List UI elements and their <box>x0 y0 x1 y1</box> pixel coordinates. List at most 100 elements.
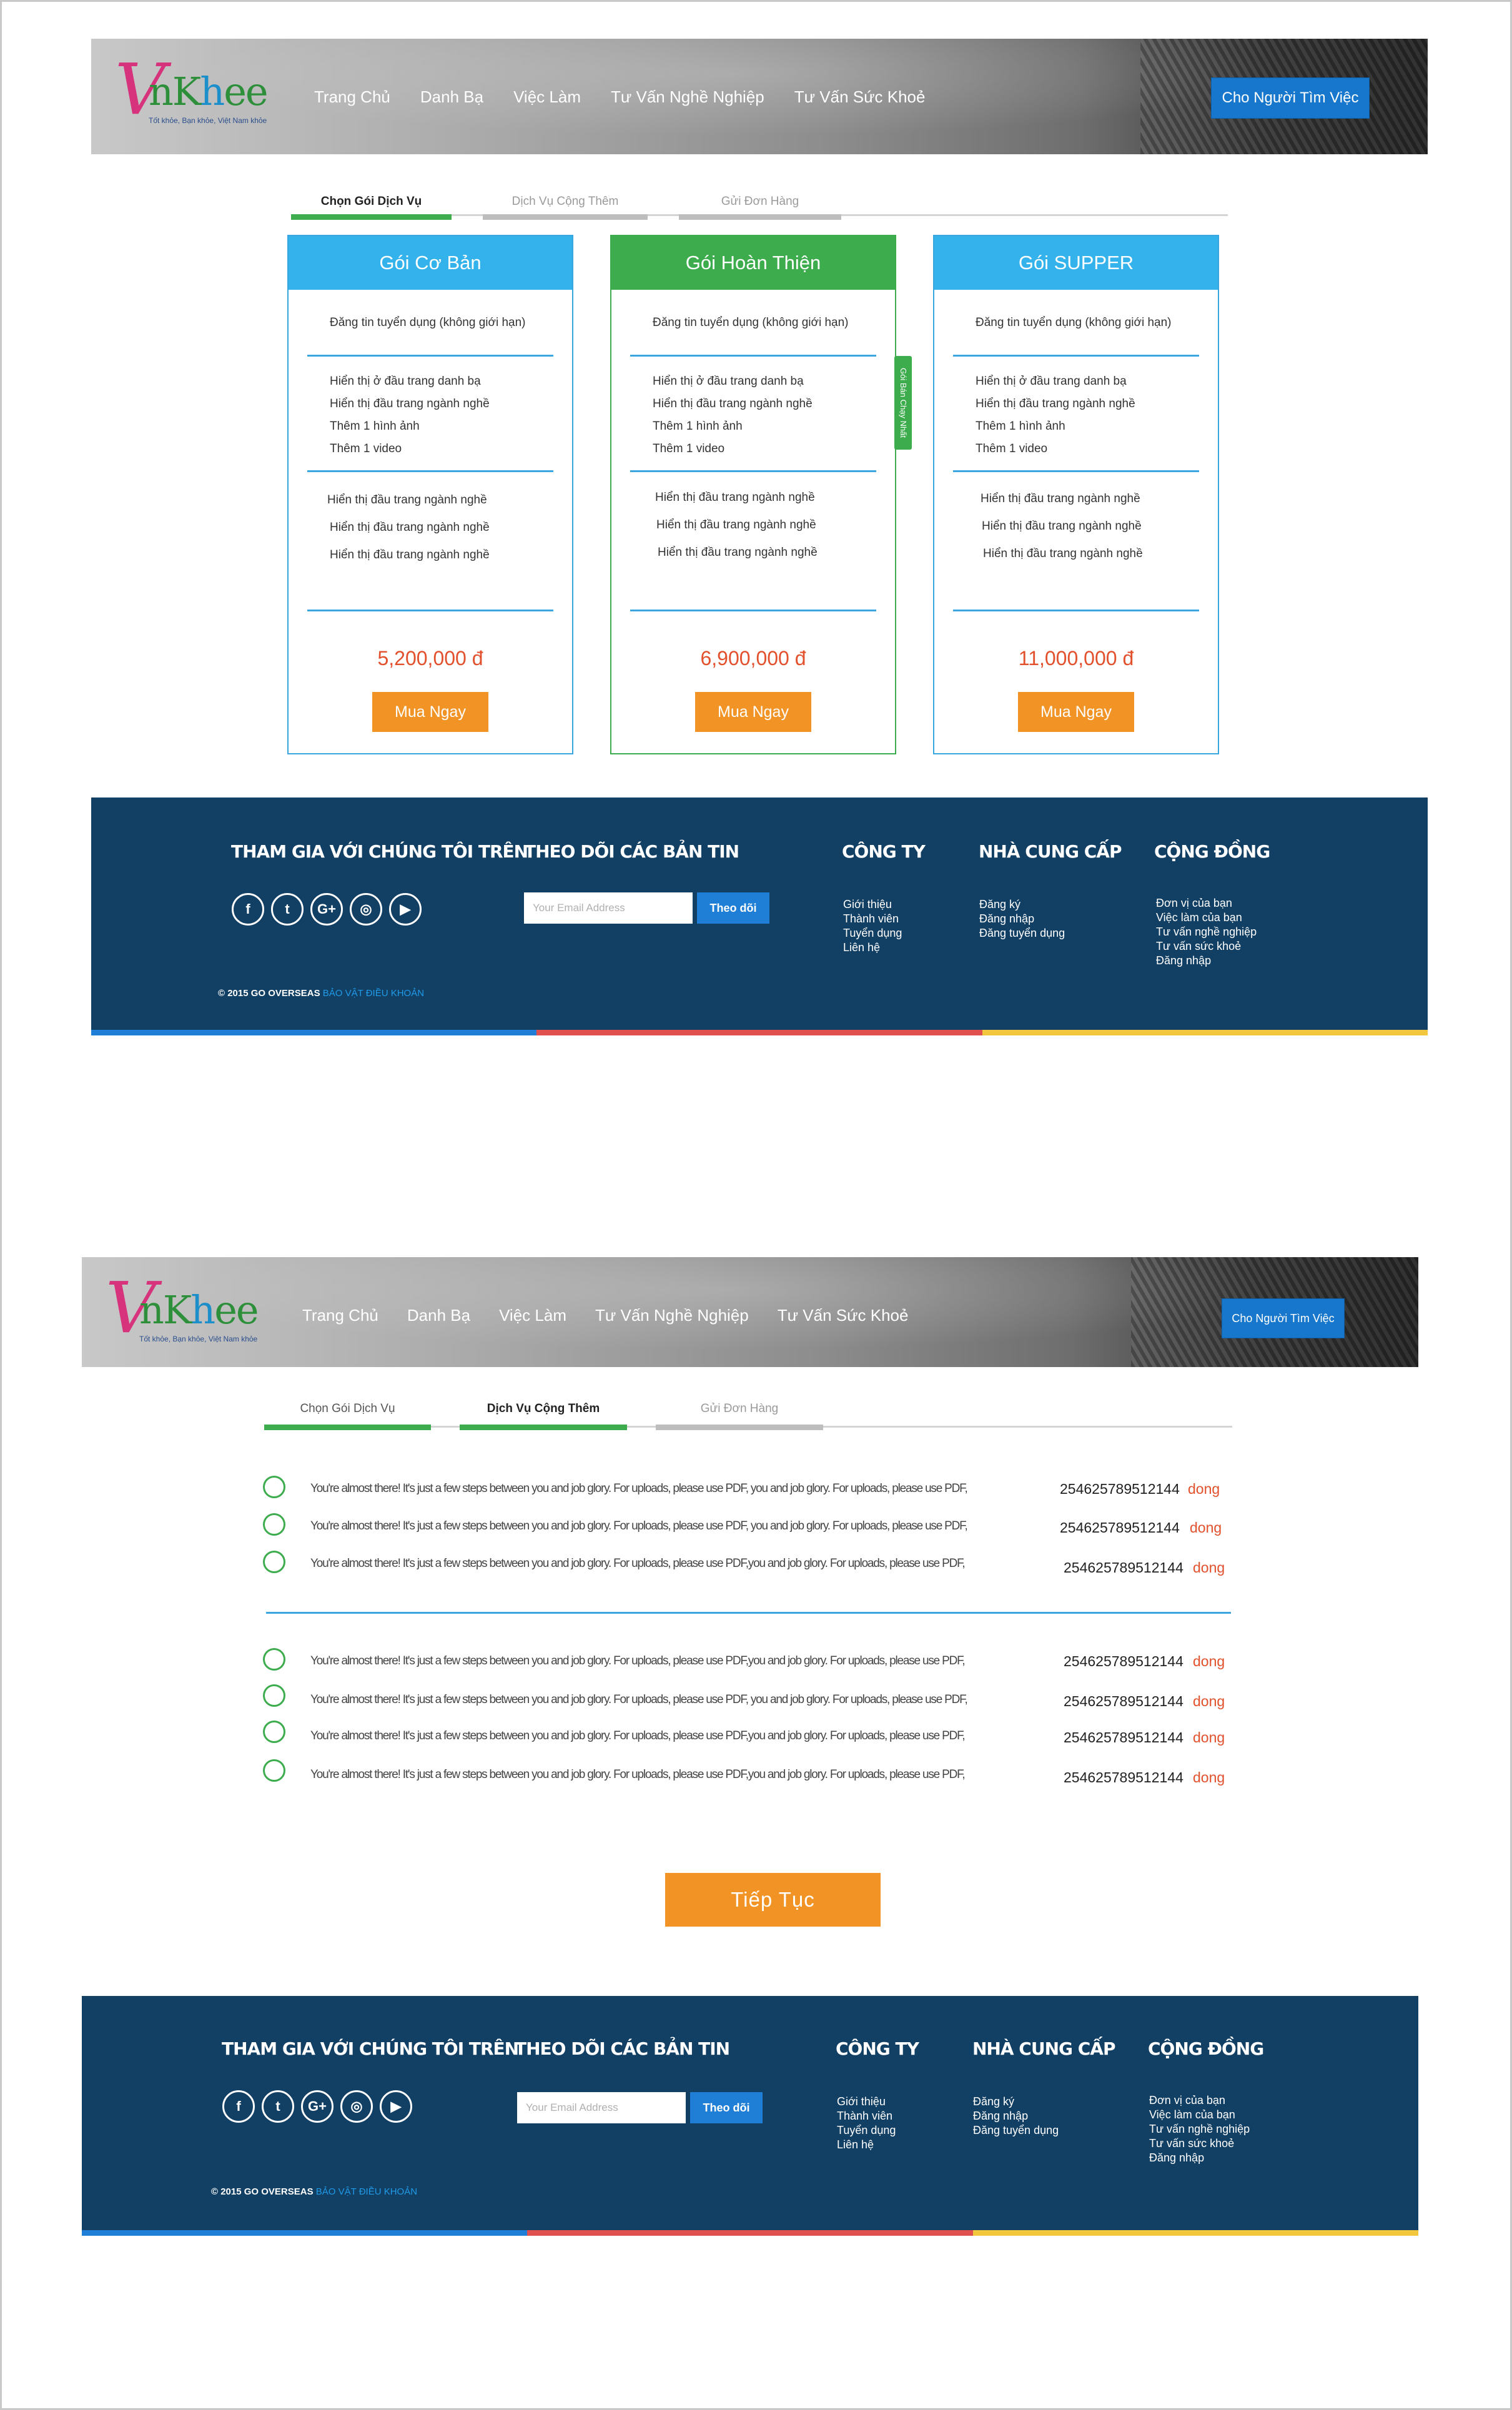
service-unit: dong <box>1193 1769 1225 1785</box>
buy-now-button[interactable]: Mua Ngay <box>372 692 488 732</box>
facebook-icon[interactable]: f <box>232 893 264 926</box>
footer-link[interactable]: Tư vấn nghề nghiệp <box>1149 2122 1250 2136</box>
nav-trang-chu[interactable]: Trang Chủ <box>314 87 390 107</box>
package-extra: Hiển thị đầu trang ngành nghề <box>658 546 818 559</box>
tab-chon-goi[interactable]: Chọn Gói Dịch Vụ <box>264 1402 431 1430</box>
stripe-blue <box>82 2230 528 2236</box>
service-radio[interactable] <box>263 1551 285 1573</box>
service-row: You're almost there! It's just a few ste… <box>82 1551 1418 1576</box>
site-logo[interactable]: V nKhee Tốt khỏe, Bạn khỏe, Việt Nam khỏ… <box>115 55 269 127</box>
footer-link[interactable]: Đăng nhập <box>979 912 1065 926</box>
service-group-divider <box>266 1612 1231 1614</box>
service-radio[interactable] <box>263 1476 285 1498</box>
instagram-icon[interactable]: ◎ <box>340 2090 373 2123</box>
tab-dich-vu-cong-them[interactable]: Dịch Vụ Cộng Thêm <box>483 195 648 220</box>
footer-company-links: Giới thiệu Thành viên Tuyển dụng Liên hệ <box>843 897 902 955</box>
footer-supplier-links: Đăng ký Đăng nhập Đăng tuyển dụng <box>979 897 1065 941</box>
package-title: Gói SUPPER <box>934 236 1218 290</box>
tab-chon-goi[interactable]: Chọn Gói Dịch Vụ <box>291 195 452 220</box>
footer-link[interactable]: Đăng tuyển dụng <box>973 2123 1059 2138</box>
service-radio[interactable] <box>263 1684 285 1707</box>
terms-link[interactable]: BẢO VẬT ĐIỀU KHOẢN <box>323 988 424 999</box>
footer-link[interactable]: Liên hệ <box>843 941 902 955</box>
nav-viec-lam[interactable]: Việc Làm <box>513 87 581 107</box>
buy-now-button[interactable]: Mua Ngay <box>1018 692 1134 732</box>
nav-viec-lam[interactable]: Việc Làm <box>499 1306 566 1325</box>
service-price: 254625789512144 <box>1064 1693 1183 1709</box>
service-radio[interactable] <box>263 1759 285 1782</box>
footer-link[interactable]: Liên hệ <box>837 2138 896 2152</box>
footer-link[interactable]: Thành viên <box>837 2109 896 2123</box>
tab-dich-vu-cong-them[interactable]: Dịch Vụ Cộng Thêm <box>460 1402 627 1430</box>
tab-indicator <box>656 1425 823 1430</box>
footer-link[interactable]: Việc làm của bạn <box>1149 2108 1250 2122</box>
nav-tu-van-nghe-nghiep[interactable]: Tư Vấn Nghề Nghiệp <box>595 1306 749 1325</box>
package-listing: Đăng tin tuyển dụng (không giới hạn) <box>976 316 1172 329</box>
nav-tu-van-suc-khoe[interactable]: Tư Vấn Sức Khoẻ <box>778 1306 909 1325</box>
stripe-red <box>536 1030 982 1035</box>
footer-link[interactable]: Đăng nhập <box>1156 954 1257 968</box>
footer-link[interactable]: Đăng nhập <box>973 2109 1059 2123</box>
footer-link[interactable]: Thành viên <box>843 912 902 926</box>
service-radio[interactable] <box>263 1721 285 1743</box>
footer-link[interactable]: Giới thiệu <box>843 897 902 912</box>
tab-gui-don-hang[interactable]: Gửi Đơn Hàng <box>656 1402 823 1430</box>
package-title: Gói Cơ Bản <box>289 236 572 290</box>
package-extra: Hiển thị đầu trang ngành nghề <box>981 492 1140 505</box>
package-divider <box>953 355 1199 357</box>
service-row: You're almost there! It's just a few ste… <box>82 1513 1418 1538</box>
service-price: 254625789512144 <box>1064 1769 1183 1785</box>
subscribe-button[interactable]: Theo dõi <box>697 892 769 924</box>
footer-link[interactable]: Tư vấn sức khoẻ <box>1156 939 1257 954</box>
facebook-icon[interactable]: f <box>222 2090 255 2123</box>
mockup-packages: V nKhee Tốt khỏe, Bạn khỏe, Việt Nam khỏ… <box>91 39 1428 1035</box>
nav-tu-van-nghe-nghiep[interactable]: Tư Vấn Nghề Nghiệp <box>611 87 764 107</box>
email-input[interactable]: Your Email Address <box>517 2092 686 2123</box>
package-extra: Hiển thị đầu trang ngành nghề <box>983 547 1143 560</box>
email-input[interactable]: Your Email Address <box>524 892 693 924</box>
google-plus-icon[interactable]: G+ <box>310 893 343 926</box>
buy-now-button[interactable]: Mua Ngay <box>695 692 811 732</box>
subscribe-button[interactable]: Theo dõi <box>690 2092 763 2123</box>
nav-danh-ba[interactable]: Danh Bạ <box>407 1306 470 1325</box>
service-row: You're almost there! It's just a few ste… <box>82 1721 1418 1746</box>
google-plus-icon[interactable]: G+ <box>301 2090 334 2123</box>
job-seeker-button[interactable]: Cho Người Tìm Việc <box>1211 77 1370 119</box>
footer-link[interactable]: Việc làm của bạn <box>1156 911 1257 925</box>
twitter-icon[interactable]: t <box>262 2090 294 2123</box>
service-radio[interactable] <box>263 1648 285 1671</box>
package-listing: Đăng tin tuyển dụng (không giới hạn) <box>653 316 849 329</box>
service-unit: dong <box>1188 1481 1220 1497</box>
footer-newsletter-title: THEO DÕI CÁC BẢN TIN <box>524 841 739 862</box>
site-logo[interactable]: V nKhee Tốt khỏe, Bạn khỏe, Việt Nam khỏ… <box>106 1273 259 1346</box>
footer-link[interactable]: Tuyển dụng <box>837 2123 896 2138</box>
footer-link[interactable]: Tư vấn sức khoẻ <box>1149 2136 1250 2151</box>
footer-link[interactable]: Tư vấn nghề nghiệp <box>1156 925 1257 939</box>
youtube-icon[interactable]: ▶ <box>389 893 422 926</box>
footer-link[interactable]: Đơn vị của bạn <box>1149 2093 1250 2108</box>
footer-link[interactable]: Đăng nhập <box>1149 2151 1250 2165</box>
footer-link[interactable]: Đăng ký <box>973 2095 1059 2109</box>
social-links: f t G+ ◎ ▶ <box>222 2090 412 2123</box>
youtube-icon[interactable]: ▶ <box>380 2090 412 2123</box>
package-feature: Hiển thị ở đầu trang danh bạ <box>653 375 804 388</box>
service-unit: dong <box>1190 1519 1222 1536</box>
package-feature: Hiển thị đầu trang ngành nghề <box>976 397 1135 410</box>
footer-link[interactable]: Tuyển dụng <box>843 926 902 941</box>
tab-gui-don-hang[interactable]: Gửi Đơn Hàng <box>679 195 841 220</box>
nav-danh-ba[interactable]: Danh Bạ <box>420 87 483 107</box>
terms-link[interactable]: BẢO VẬT ĐIỀU KHOẢN <box>316 2186 417 2197</box>
footer-link[interactable]: Đăng tuyển dụng <box>979 926 1065 941</box>
tab-label: Chọn Gói Dịch Vụ <box>320 195 422 208</box>
instagram-icon[interactable]: ◎ <box>350 893 382 926</box>
continue-button[interactable]: Tiếp Tục <box>665 1873 881 1927</box>
twitter-icon[interactable]: t <box>271 893 304 926</box>
footer-link[interactable]: Đăng ký <box>979 897 1065 912</box>
package-extra: Hiển thị đầu trang ngành nghề <box>655 491 815 504</box>
nav-trang-chu[interactable]: Trang Chủ <box>302 1306 378 1325</box>
footer-link[interactable]: Giới thiệu <box>837 2095 896 2109</box>
service-radio[interactable] <box>263 1513 285 1536</box>
job-seeker-button[interactable]: Cho Người Tìm Việc <box>1222 1298 1345 1338</box>
nav-tu-van-suc-khoe[interactable]: Tư Vấn Sức Khoẻ <box>794 87 926 107</box>
footer-link[interactable]: Đơn vị của bạn <box>1156 896 1257 911</box>
